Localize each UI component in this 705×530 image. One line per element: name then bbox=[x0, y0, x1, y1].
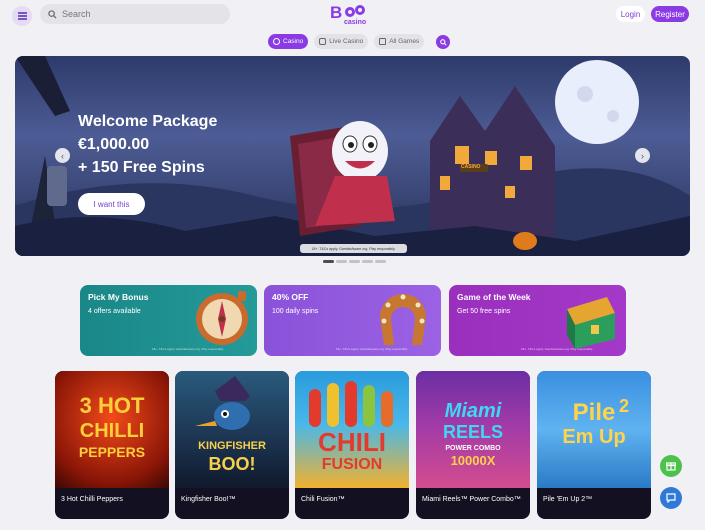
game-art: Pile Em Up 2 bbox=[537, 371, 651, 488]
game-tile[interactable]: KINGFISHER BOO! Kingfisher Boo!™ bbox=[175, 371, 289, 519]
games-search-button[interactable] bbox=[436, 35, 451, 49]
tab-label: Casino bbox=[283, 38, 304, 45]
treasure-chest-icon bbox=[567, 297, 615, 349]
game-art-title: BOO! bbox=[208, 454, 256, 474]
pagination-dot[interactable] bbox=[323, 260, 334, 263]
promo-card-game-of-the-week[interactable]: Game of the Week Get 50 free spins 18+. … bbox=[449, 285, 626, 356]
game-art-title: 3 HOT bbox=[79, 393, 145, 418]
game-art-title: POWER COMBO bbox=[445, 445, 501, 452]
game-tile[interactable]: Miami REELS POWER COMBO 10000X Miami Ree… bbox=[416, 371, 530, 519]
claim-bonus-button[interactable]: I want this bbox=[78, 193, 145, 215]
game-art-title: Miami bbox=[444, 400, 502, 422]
boo-logo[interactable]: B casino bbox=[328, 2, 378, 28]
hero-pagination bbox=[323, 260, 386, 263]
compass-icon bbox=[196, 291, 248, 345]
game-tile[interactable]: Pile Em Up 2 Pile 'Em Up 2™ bbox=[537, 371, 651, 519]
gift-icon bbox=[666, 462, 676, 471]
promo-title: Pick My Bonus bbox=[88, 292, 149, 302]
tab-label: All Games bbox=[389, 38, 420, 45]
game-art: CHILI FUSION bbox=[295, 371, 409, 488]
hero-line-2: €1,000.00 bbox=[78, 136, 150, 153]
pagination-dot[interactable] bbox=[375, 260, 386, 263]
game-art: 3 HOT CHILLI PEPPERS bbox=[55, 371, 169, 488]
game-tile[interactable]: 3 HOT CHILLI PEPPERS 3 Hot Chilli Pepper… bbox=[55, 371, 169, 519]
game-name: Miami Reels™ Power Combo™ bbox=[422, 496, 521, 503]
category-tabs: Casino Live Casino All Games bbox=[268, 34, 451, 50]
game-art: Miami REELS POWER COMBO 10000X bbox=[416, 371, 530, 488]
chevron-right-icon: › bbox=[641, 150, 644, 161]
pagination-dot[interactable] bbox=[349, 260, 360, 263]
search-bar[interactable] bbox=[40, 4, 230, 24]
hero-banner[interactable]: CASINO Welcome Package €1,000.00 + 150 F… bbox=[15, 56, 690, 256]
game-art: KINGFISHER BOO! bbox=[175, 371, 289, 488]
promo-subtitle: 100 daily spins bbox=[272, 308, 319, 315]
gift-button[interactable] bbox=[660, 455, 682, 477]
search-input[interactable] bbox=[62, 9, 212, 19]
game-name: Pile 'Em Up 2™ bbox=[543, 496, 593, 503]
hotel-sign: CASINO bbox=[461, 164, 481, 170]
promo-title: 40% OFF bbox=[272, 292, 309, 302]
top-header: B casino Login Register bbox=[0, 0, 705, 30]
logo-text: casino bbox=[344, 19, 367, 26]
tab-label: Live Casino bbox=[329, 38, 364, 45]
game-art-title: REELS bbox=[442, 422, 503, 442]
all-games-icon bbox=[379, 38, 387, 45]
game-name: Kingfisher Boo!™ bbox=[181, 496, 236, 503]
hero-terms: 18+. T&Cs apply. GambleAware.org. Play r… bbox=[300, 244, 407, 253]
hero-line-3: + 150 Free Spins bbox=[78, 159, 205, 176]
promo-card-40-off[interactable]: 40% OFF 100 daily spins 18+. T&Cs apply.… bbox=[264, 285, 441, 356]
register-button[interactable]: Register bbox=[651, 6, 689, 22]
game-art-title: CHILLI bbox=[79, 420, 145, 442]
search-icon bbox=[439, 38, 447, 46]
chevron-left-icon: ‹ bbox=[61, 150, 64, 161]
chat-button[interactable] bbox=[660, 487, 682, 509]
tab-live-casino[interactable]: Live Casino bbox=[314, 34, 369, 49]
promo-subtitle: 4 offers available bbox=[88, 308, 141, 315]
game-name: 3 Hot Chilli Peppers bbox=[61, 496, 123, 503]
hero-headline: Welcome Package €1,000.00 + 150 Free Spi… bbox=[78, 110, 217, 179]
live-casino-icon bbox=[319, 38, 327, 45]
game-art-title: 2 bbox=[618, 396, 629, 416]
hero-prev-button[interactable]: ‹ bbox=[55, 148, 70, 163]
hero-next-button[interactable]: › bbox=[635, 148, 650, 163]
hero-line-1: Welcome Package bbox=[78, 113, 218, 130]
game-art-title: PEPPERS bbox=[78, 444, 146, 460]
search-icon bbox=[48, 9, 57, 19]
horseshoe-icon bbox=[380, 294, 426, 345]
svg-text:B: B bbox=[330, 3, 342, 22]
menu-button[interactable] bbox=[12, 6, 32, 26]
login-button[interactable]: Login bbox=[616, 6, 645, 22]
tab-all-games[interactable]: All Games bbox=[374, 34, 425, 49]
promo-card-pick-my-bonus[interactable]: Pick My Bonus 4 offers available 18+. T&… bbox=[80, 285, 257, 356]
menu-icon bbox=[17, 15, 27, 17]
game-art-title: 10000X bbox=[450, 453, 496, 468]
game-art-title: CHILI bbox=[318, 427, 386, 457]
promo-subtitle: Get 50 free spins bbox=[457, 308, 511, 315]
pagination-dot[interactable] bbox=[336, 260, 347, 263]
casino-chip-icon bbox=[273, 38, 280, 45]
pagination-dot[interactable] bbox=[362, 260, 373, 263]
game-art-title: FUSION bbox=[321, 456, 383, 473]
promo-title: Game of the Week bbox=[457, 292, 531, 302]
game-tile[interactable]: CHILI FUSION Chili Fusion™ bbox=[295, 371, 409, 519]
game-art-title: KINGFISHER bbox=[198, 440, 266, 452]
game-art-title: Em Up bbox=[562, 426, 626, 448]
tab-casino[interactable]: Casino bbox=[268, 34, 309, 49]
chat-icon bbox=[666, 493, 676, 503]
game-name: Chili Fusion™ bbox=[301, 496, 345, 503]
